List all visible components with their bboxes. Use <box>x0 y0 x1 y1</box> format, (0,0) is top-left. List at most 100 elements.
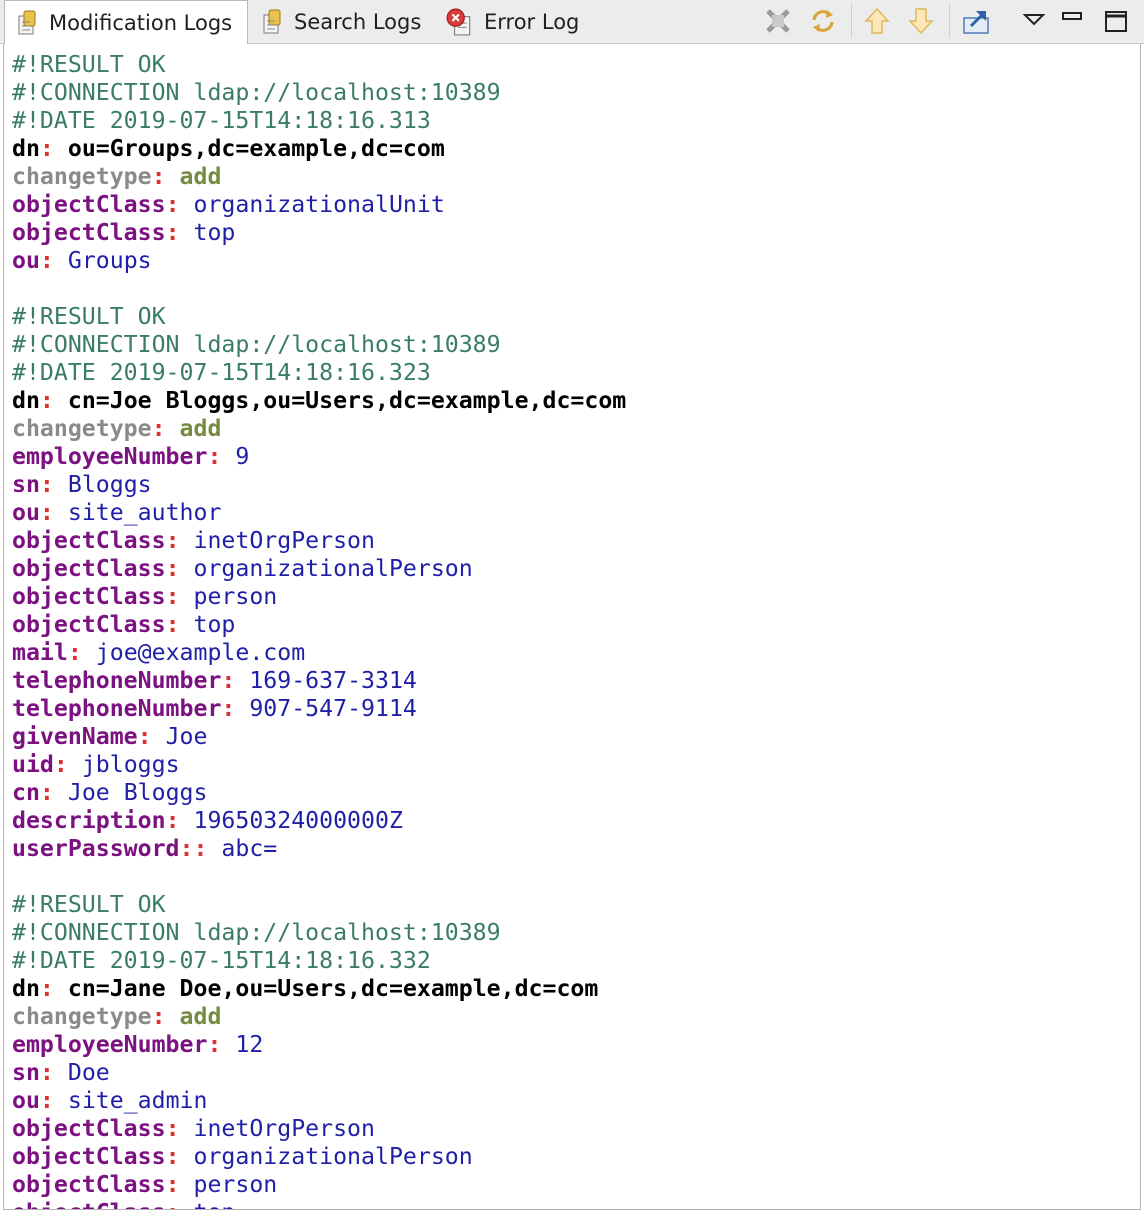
attribute-value: top <box>193 219 236 246</box>
log-line: changetype: add <box>12 1003 1140 1031</box>
log-line: #!CONNECTION ldap://localhost:10389 <box>12 79 1140 107</box>
attribute-key: objectClass <box>12 219 166 246</box>
toolbar-separator <box>949 4 950 38</box>
move-down-icon[interactable] <box>906 6 936 36</box>
minimize-icon[interactable] <box>1057 6 1087 36</box>
comment-line: #!DATE 2019-07-15T14:18:16.323 <box>12 359 431 386</box>
attribute-key: objectClass <box>12 611 166 638</box>
refresh-icon[interactable] <box>808 6 838 36</box>
key-separator: : <box>165 807 180 834</box>
attribute-key: telephoneNumber <box>12 695 222 722</box>
attribute-value: site_author <box>67 499 222 526</box>
log-line: sn: Bloggs <box>12 471 1140 499</box>
log-line: objectClass: inetOrgPerson <box>12 527 1140 555</box>
attribute-value: inetOrgPerson <box>193 1115 375 1142</box>
tab-error-log[interactable]: Error Log <box>444 0 604 44</box>
attribute-key: objectClass <box>12 527 166 554</box>
key-separator: : <box>39 499 54 526</box>
key-separator: : <box>39 975 54 1002</box>
log-line: #!DATE 2019-07-15T14:18:16.323 <box>12 359 1140 387</box>
log-line: changetype: add <box>12 163 1140 191</box>
attribute-value: abc= <box>221 835 278 862</box>
attribute-key: dn <box>12 135 40 162</box>
tab-label: Error Log <box>484 10 580 34</box>
tab-modification-logs[interactable]: Modification Logs <box>4 0 248 45</box>
key-separator: : <box>151 1003 166 1030</box>
ldif-log-editor[interactable]: #!RESULT OK #!CONNECTION ldap://localhost… <box>3 44 1141 1210</box>
log-line: #!DATE 2019-07-15T14:18:16.332 <box>12 947 1140 975</box>
comment-line: #!DATE 2019-07-15T14:18:16.332 <box>12 947 431 974</box>
clear-icon[interactable] <box>763 6 793 36</box>
attribute-value: Joe Bloggs <box>67 779 208 806</box>
attribute-key: objectClass <box>12 583 166 610</box>
log-line: objectClass: top <box>12 1199 1140 1209</box>
key-separator: : <box>165 219 180 246</box>
attribute-key: ou <box>12 247 40 274</box>
attribute-key: userPassword <box>12 835 180 862</box>
attribute-value: 907-547-9114 <box>249 695 417 722</box>
attribute-value: ou=Groups,dc=example,dc=com <box>67 135 445 162</box>
attribute-value: 12 <box>235 1031 264 1058</box>
attribute-value: Groups <box>67 247 152 274</box>
key-separator: : <box>53 751 68 778</box>
attribute-key: changetype <box>12 415 152 442</box>
log-line: objectClass: organizationalUnit <box>12 191 1140 219</box>
log-line: mail: joe@example.com <box>12 639 1140 667</box>
attribute-key: objectClass <box>12 191 166 218</box>
attribute-key: ou <box>12 499 40 526</box>
log-line: objectClass: top <box>12 219 1140 247</box>
attribute-key: ou <box>12 1087 40 1114</box>
comment-line: #!RESULT OK <box>12 51 166 78</box>
attribute-key: objectClass <box>12 1115 166 1142</box>
log-line: employeeNumber: 12 <box>12 1031 1140 1059</box>
log-line: telephoneNumber: 169-637-3314 <box>12 667 1140 695</box>
log-line: objectClass: person <box>12 583 1140 611</box>
attribute-key: sn <box>12 1059 40 1086</box>
attribute-value: top <box>194 1199 236 1209</box>
log-line: #!DATE 2019-07-15T14:18:16.313 <box>12 107 1140 135</box>
view-menu-icon[interactable] <box>1019 6 1049 36</box>
comment-line: #!RESULT OK <box>12 891 166 918</box>
key-separator: : <box>165 583 180 610</box>
attribute-key: employeeNumber <box>12 1031 208 1058</box>
attribute-value: organizationalPerson <box>193 1143 473 1170</box>
key-separator: : <box>39 247 54 274</box>
attribute-key: dn <box>12 975 40 1002</box>
comment-line: #!DATE 2019-07-15T14:18:16.313 <box>12 107 431 134</box>
key-separator: : <box>151 415 166 442</box>
log-line: ou: site_admin <box>12 1087 1140 1115</box>
comment-line: #!CONNECTION ldap://localhost:10389 <box>12 331 501 358</box>
comment-line: #!CONNECTION ldap://localhost:10389 <box>12 79 501 106</box>
maximize-icon[interactable] <box>1101 6 1131 36</box>
log-line: #!RESULT OK <box>12 303 1140 331</box>
error-log-icon <box>446 8 471 36</box>
key-separator: :: <box>179 835 208 862</box>
attribute-value: inetOrgPerson <box>193 527 375 554</box>
log-line: dn: cn=Joe Bloggs,ou=Users,dc=example,dc… <box>12 387 1140 415</box>
log-line: dn: cn=Jane Doe,ou=Users,dc=example,dc=c… <box>12 975 1140 1003</box>
tab-search-logs[interactable]: Search Logs <box>258 0 438 44</box>
log-line: #!RESULT OK <box>12 891 1140 919</box>
attribute-key: cn <box>12 779 40 806</box>
attribute-key: objectClass <box>12 1143 166 1170</box>
move-up-icon[interactable] <box>862 6 892 36</box>
key-separator: : <box>165 191 180 218</box>
key-separator: : <box>207 443 222 470</box>
log-line: objectClass: top <box>12 611 1140 639</box>
key-separator: : <box>165 611 180 638</box>
attribute-key: objectClass <box>12 555 166 582</box>
attribute-value: Joe <box>165 723 208 750</box>
log-line: userPassword:: abc= <box>12 835 1140 863</box>
key-separator: : <box>137 723 152 750</box>
attribute-value: cn=Jane Doe,ou=Users,dc=example,dc=com <box>67 975 599 1002</box>
key-separator: : <box>67 639 82 666</box>
key-separator: : <box>165 527 180 554</box>
log-line: employeeNumber: 9 <box>12 443 1140 471</box>
export-icon[interactable] <box>961 6 991 36</box>
attribute-key: sn <box>12 471 40 498</box>
log-line: description: 19650324000000Z <box>12 807 1140 835</box>
log-line: #!CONNECTION ldap://localhost:10389 <box>12 919 1140 947</box>
attribute-value: add <box>179 1003 222 1030</box>
